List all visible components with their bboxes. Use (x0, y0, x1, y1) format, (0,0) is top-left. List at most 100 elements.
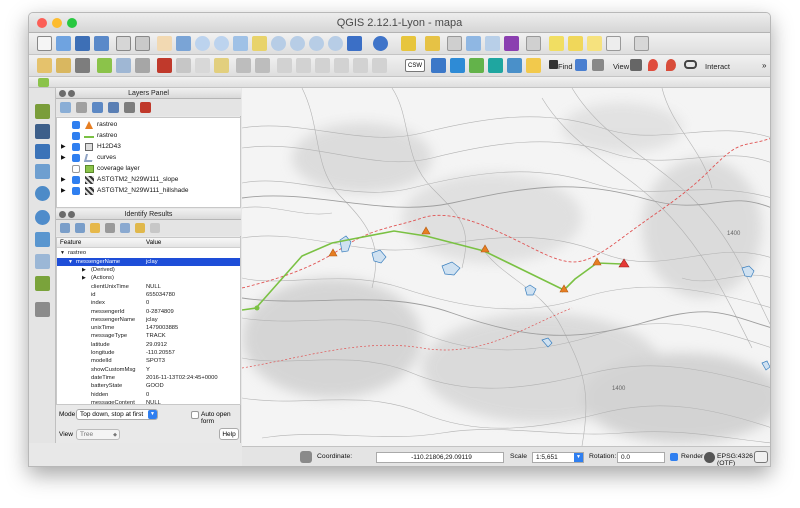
move-feature-icon[interactable] (116, 58, 131, 73)
attribute-row[interactable]: modelId SPOT3 (57, 357, 240, 365)
coordinate-field[interactable]: -110.21806,29.09119 (376, 452, 504, 463)
value-column-header[interactable]: Value (146, 238, 161, 248)
delete-selected-icon[interactable] (157, 58, 172, 73)
filter-legend-icon[interactable] (92, 102, 103, 113)
actions-group-row[interactable]: ▶ (Actions) (57, 274, 240, 282)
zoom-to-layer-icon[interactable] (271, 36, 286, 51)
zoom-native-icon[interactable] (290, 36, 305, 51)
label-move-icon[interactable] (315, 58, 330, 73)
print-icon[interactable] (630, 59, 642, 71)
toolbar-overflow-icon[interactable]: » (762, 61, 766, 70)
layer-checkbox[interactable] (72, 154, 80, 162)
paste-features-icon[interactable] (214, 58, 229, 73)
graph-icon[interactable] (526, 58, 541, 73)
layer-item-hillshade[interactable]: ▶ ASTGTM2_N29W111_hillshade (57, 186, 242, 196)
add-raster-layer-icon[interactable] (35, 124, 50, 139)
attribute-row[interactable]: id 655034780 (57, 291, 240, 299)
label-pin-icon[interactable] (277, 58, 292, 73)
add-wms-icon[interactable] (35, 186, 50, 201)
layer-checkbox[interactable] (72, 143, 80, 151)
expand-new-results-icon[interactable] (90, 223, 100, 233)
map-canvas[interactable]: 1400 1400 (242, 88, 770, 446)
attribute-row[interactable]: messengerId 0-2874809 (57, 308, 240, 316)
redo-icon[interactable] (255, 58, 270, 73)
expand-arrow-icon[interactable]: ▶ (82, 266, 86, 274)
marker-pin-icon[interactable] (648, 59, 658, 71)
tree-root-rastreo[interactable]: ▼ rastreo (57, 249, 240, 257)
sum-icon[interactable] (504, 36, 519, 51)
composer-manager-icon[interactable] (135, 36, 150, 51)
pan-to-selection-icon[interactable] (176, 36, 191, 51)
track-point[interactable] (592, 257, 602, 266)
deselect-icon[interactable] (425, 36, 440, 51)
expand-tree-icon[interactable] (60, 223, 70, 233)
layer-checkbox[interactable] (72, 176, 80, 184)
label-tool-icon[interactable] (606, 36, 621, 51)
toggle-editing-icon[interactable] (56, 58, 71, 73)
label-highlight-icon[interactable] (372, 58, 387, 73)
attribute-row[interactable]: hidden 0 (57, 391, 240, 399)
pan-hand-icon[interactable] (157, 36, 172, 51)
attribute-row[interactable]: dateTime 2016-11-13T02:24:45+0000 (57, 374, 240, 382)
copy-features-icon[interactable] (195, 58, 210, 73)
new-project-icon[interactable] (37, 36, 52, 51)
field-calculator-icon[interactable] (447, 36, 462, 51)
plugin-icon[interactable] (38, 78, 49, 87)
copy-feature-icon[interactable] (120, 223, 130, 233)
attribute-row[interactable]: latitude 29.0912 (57, 341, 240, 349)
attribute-row[interactable]: messageContent NULL (57, 399, 240, 404)
add-vector-layer-icon[interactable] (35, 104, 50, 119)
layer-item-coverage[interactable]: coverage layer (57, 164, 242, 174)
crs-globe-icon[interactable] (704, 452, 715, 463)
find-icon[interactable] (575, 59, 587, 71)
expand-arrow-icon[interactable]: ▶ (61, 186, 66, 196)
expand-all-icon[interactable] (124, 102, 135, 113)
select-features-icon[interactable] (401, 36, 416, 51)
layer-item-rastreo-points[interactable]: rastreo (57, 120, 242, 130)
selected-feature-row[interactable]: ▼ messengerName jclay (57, 257, 240, 266)
print-response-icon[interactable] (135, 223, 145, 233)
messages-icon[interactable] (754, 451, 768, 463)
attribute-row[interactable]: clientUnixTime NULL (57, 283, 240, 291)
scale-field[interactable]: 1:5,651 ▼ (532, 452, 584, 463)
add-group-icon[interactable] (76, 102, 87, 113)
auto-open-form-checkbox[interactable] (191, 411, 199, 419)
layer-item-slope[interactable]: ▶ ASTGTM2_N29W111_slope (57, 175, 242, 185)
layer-checkbox[interactable] (72, 121, 80, 129)
whats-this-icon[interactable] (634, 36, 649, 51)
derived-group-row[interactable]: ▶ (Derived) (57, 266, 240, 274)
new-print-composer-icon[interactable] (116, 36, 131, 51)
attribute-row[interactable]: longitude -110.20557 (57, 349, 240, 357)
identify-features-icon[interactable] (373, 36, 388, 51)
current-edits-icon[interactable] (37, 58, 52, 73)
save-project-icon[interactable] (75, 36, 90, 51)
clear-results-icon[interactable] (105, 223, 115, 233)
filter-by-expression-icon[interactable] (108, 102, 119, 113)
mode-select[interactable]: Top down, stop at first ▼ (76, 409, 158, 420)
expand-arrow-icon[interactable]: ▶ (61, 175, 66, 185)
open-project-icon[interactable] (56, 36, 71, 51)
attribute-row[interactable]: messengerName jclay (57, 316, 240, 324)
layer-item-curves[interactable]: ▶ curves (57, 153, 242, 163)
label-rotate-icon[interactable] (334, 58, 349, 73)
zoom-to-selection-icon[interactable] (252, 36, 267, 51)
add-wfs-icon[interactable] (35, 232, 50, 247)
map-tips-icon[interactable] (549, 36, 564, 51)
panel-close-icon[interactable] (59, 211, 66, 218)
attribute-row[interactable]: index 0 (57, 299, 240, 307)
add-spatialite-icon[interactable] (35, 164, 50, 179)
collapse-tree-icon[interactable] (75, 223, 85, 233)
render-checkbox[interactable] (670, 453, 678, 461)
link-icon[interactable] (684, 60, 697, 69)
lock-icon[interactable] (549, 60, 558, 69)
add-postgis-icon[interactable] (35, 144, 50, 159)
measure-icon[interactable] (526, 36, 541, 51)
layer-item-h12d43[interactable]: ▶ H12D43 (57, 142, 242, 152)
attribute-row[interactable]: messageType TRACK (57, 332, 240, 340)
attribute-row[interactable]: batteryState GOOD (57, 382, 240, 390)
feature-column-header[interactable]: Feature (60, 238, 81, 248)
remove-layer-icon[interactable] (140, 102, 151, 113)
node-tool-icon[interactable] (135, 58, 150, 73)
panel-float-icon[interactable] (68, 211, 75, 218)
bookmark-icon[interactable] (587, 36, 602, 51)
